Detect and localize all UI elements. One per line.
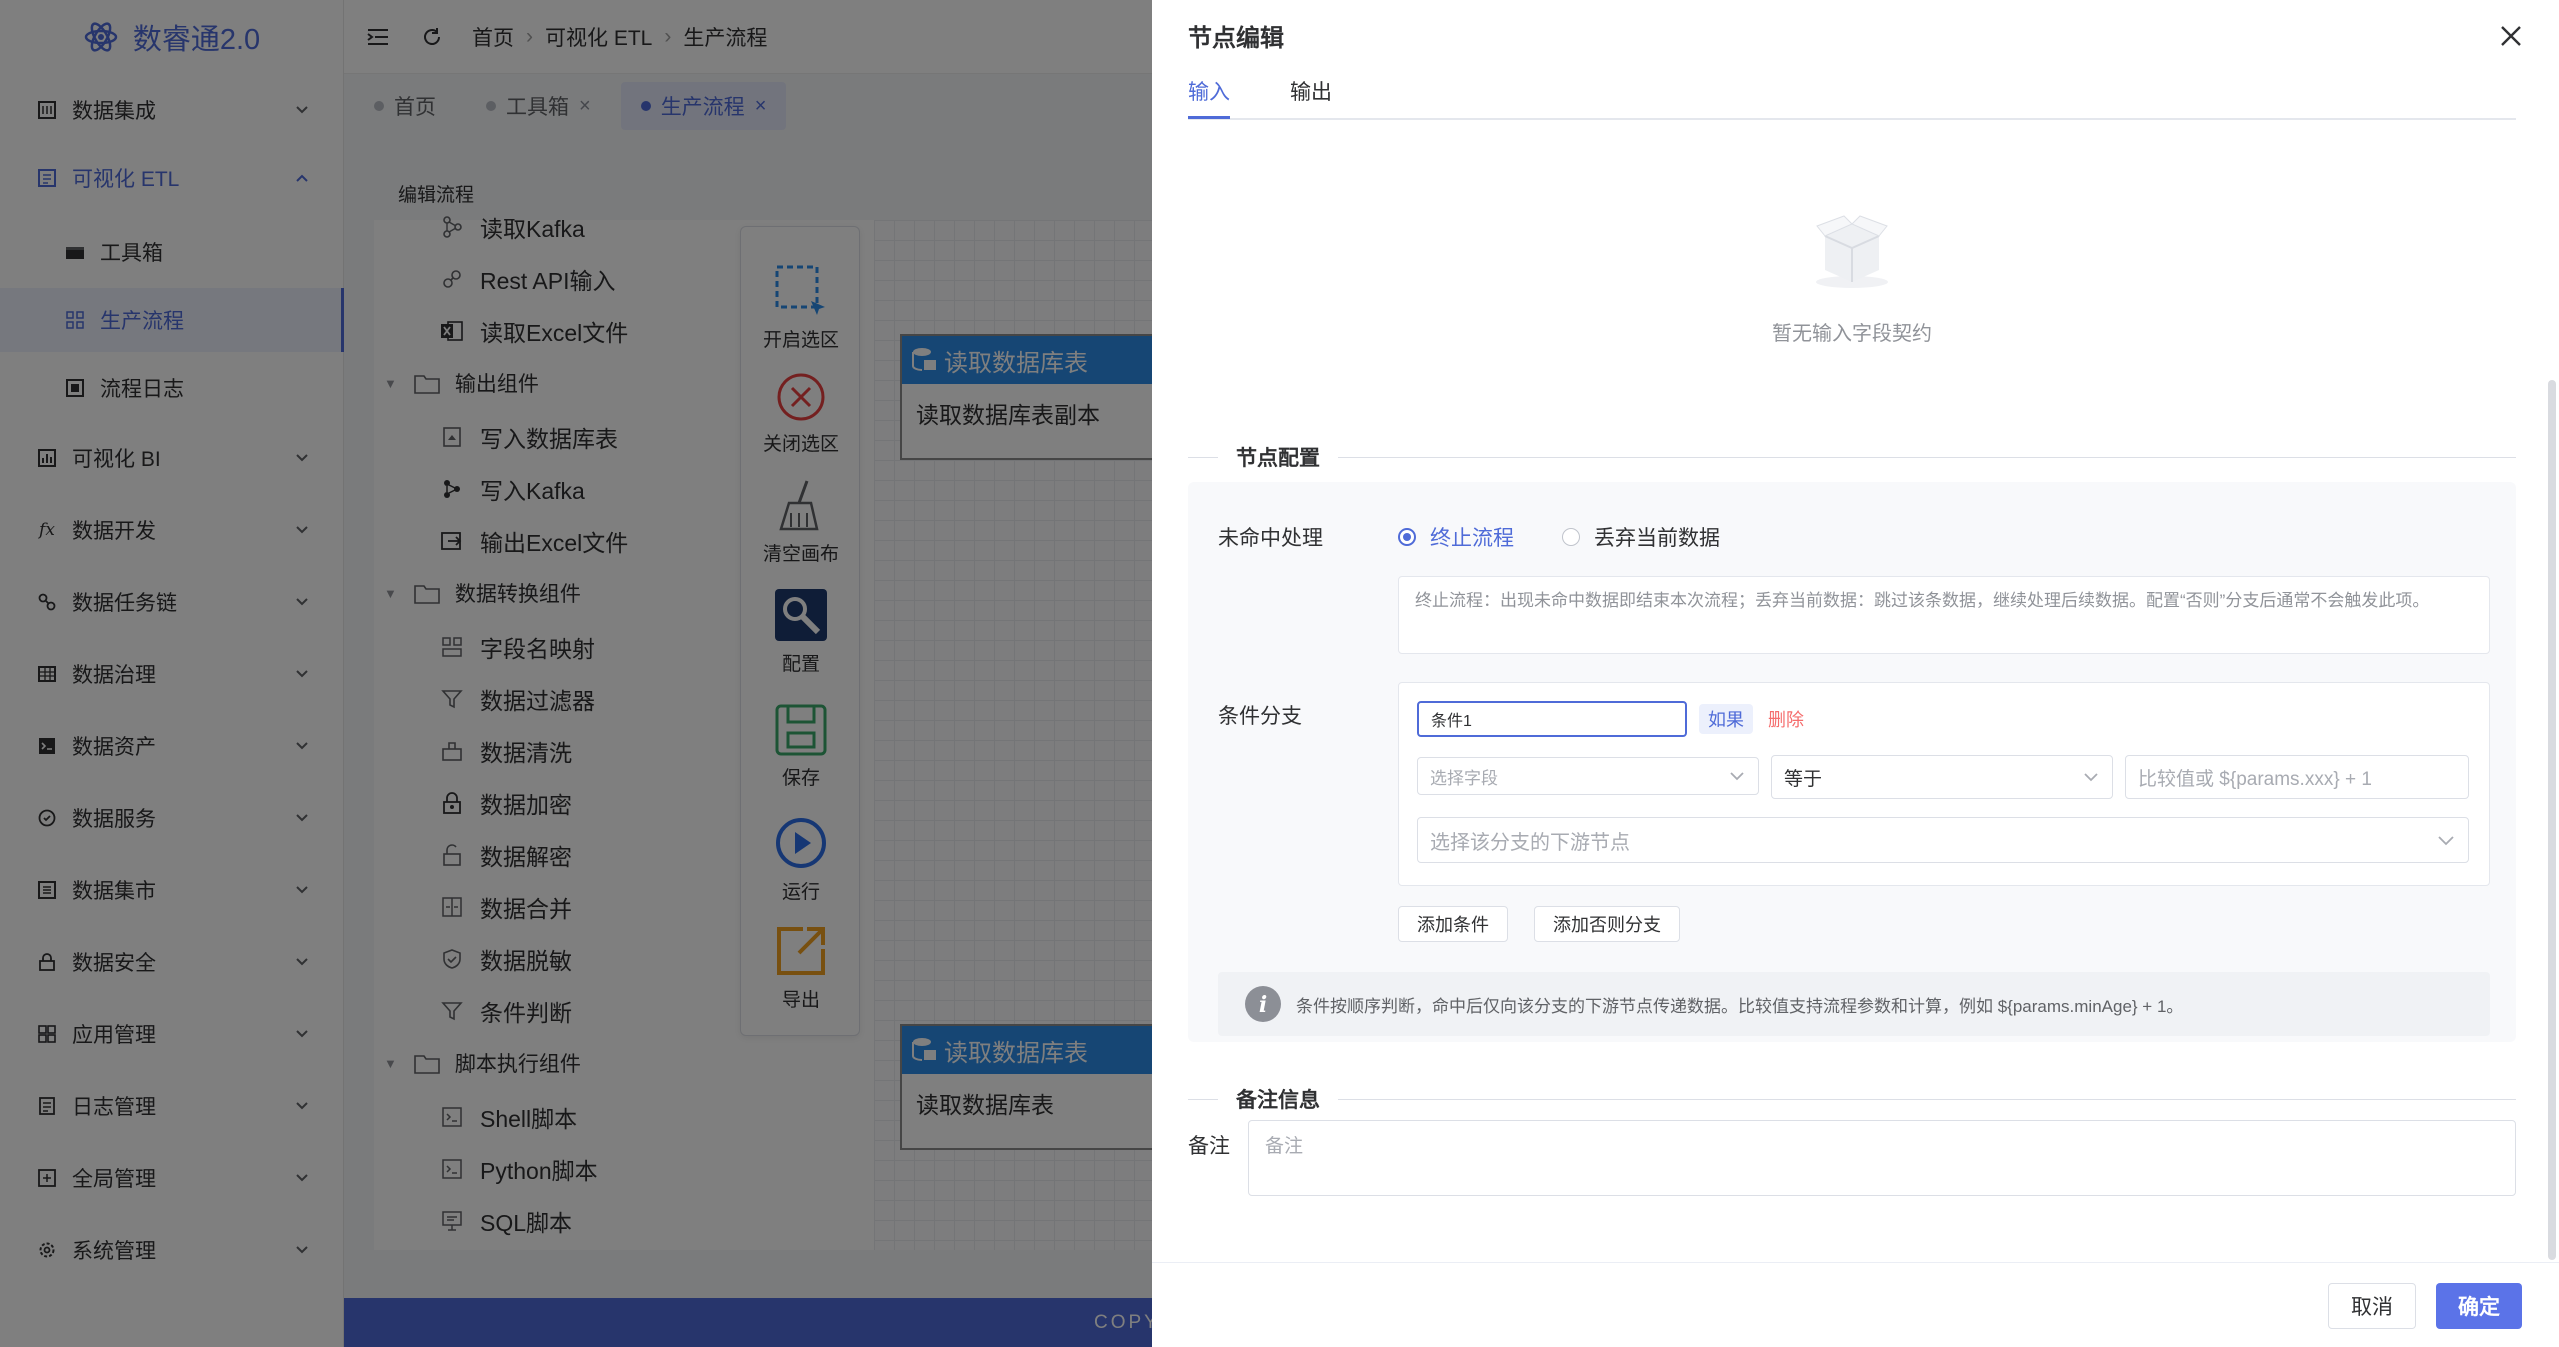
- operator-select[interactable]: 等于: [1771, 755, 2113, 799]
- radio-circle: [1562, 528, 1580, 546]
- radio-label: 丢弃当前数据: [1594, 527, 1720, 550]
- section-title: 节点配置: [1236, 447, 1320, 470]
- chevron-down-icon: [1730, 772, 1744, 781]
- condition-tip: i 条件按顺序判断，命中后仅向该分支的下游节点传递数据。比较值支持流程参数和计算…: [1218, 972, 2490, 1036]
- condition-name-input[interactable]: 条件1: [1417, 701, 1687, 737]
- chevron-down-icon: [2084, 773, 2098, 782]
- tab-input[interactable]: 输入: [1188, 76, 1230, 106]
- node-config-panel: 未命中处理 终止流程 丢弃当前数据 终止流程：出现未命中数据即结束本次流程；丢弃…: [1188, 482, 2516, 1042]
- delete-button[interactable]: 删除: [1759, 704, 1813, 734]
- remark-label: 备注: [1188, 1135, 1230, 1158]
- section-node-config: 节点配置: [1188, 442, 2516, 472]
- svg-text:i: i: [1259, 992, 1267, 1018]
- select-placeholder: 选择字段: [1430, 768, 1498, 788]
- chevron-down-icon: [2438, 836, 2454, 846]
- section-remark: 备注信息: [1188, 1084, 2516, 1114]
- tip-text: 条件按顺序判断，命中后仅向该分支的下游节点传递数据。比较值支持流程参数和计算，例…: [1296, 996, 2184, 1016]
- add-condition-button[interactable]: 添加条件: [1398, 906, 1508, 942]
- if-button[interactable]: 如果: [1699, 704, 1753, 734]
- tab-active-indicator: [1188, 116, 1230, 119]
- io-tabs: 输入 输出: [1188, 70, 2516, 120]
- radio-circle: [1398, 528, 1416, 546]
- miss-handling-label: 未命中处理: [1218, 527, 1323, 550]
- section-title: 备注信息: [1236, 1089, 1320, 1112]
- radio-stop-flow[interactable]: 终止流程: [1398, 522, 1514, 552]
- node-edit-drawer: 节点编辑 输入 输出 暂无输入字段契约 节点配置 未命中处理 终止流程 丢弃当前…: [1152, 0, 2559, 1347]
- info-icon: i: [1245, 986, 1281, 1022]
- drawer-body: 输入 输出 暂无输入字段契约 节点配置 未命中处理 终止流程 丢弃当前数据 终止…: [1188, 62, 2516, 1262]
- add-else-branch-button[interactable]: 添加否则分支: [1534, 906, 1680, 942]
- cancel-button[interactable]: 取消: [2328, 1283, 2416, 1329]
- drawer-title: 节点编辑: [1188, 25, 1284, 52]
- tab-output[interactable]: 输出: [1290, 76, 1332, 106]
- confirm-button[interactable]: 确定: [2436, 1283, 2522, 1329]
- close-icon[interactable]: [2497, 22, 2525, 50]
- drawer-scrollbar[interactable]: [2548, 380, 2556, 1260]
- compare-value-input[interactable]: 比较值或 ${params.xxx} + 1: [2125, 755, 2469, 799]
- remark-textarea[interactable]: 备注: [1248, 1120, 2516, 1196]
- miss-handling-hint: 终止流程：出现未命中数据即结束本次流程；丢弃当前数据：跳过该条数据，继续处理后续…: [1398, 576, 2490, 654]
- radio-label: 终止流程: [1430, 527, 1514, 550]
- downstream-node-select[interactable]: 选择该分支的下游节点: [1417, 817, 2469, 863]
- empty-state: 暂无输入字段契约: [1188, 202, 2516, 346]
- select-placeholder: 选择该分支的下游节点: [1430, 831, 1630, 854]
- select-value: 等于: [1784, 768, 1823, 790]
- condition-branch-card: 条件1 如果 删除 选择字段 等于 比较值或 ${params.xxx} + 1…: [1398, 682, 2490, 886]
- radio-discard-data[interactable]: 丢弃当前数据: [1562, 522, 1720, 552]
- field-select[interactable]: 选择字段: [1417, 757, 1759, 795]
- empty-text: 暂无输入字段契约: [1772, 323, 1932, 345]
- drawer-footer: 取消 确定: [1152, 1262, 2559, 1347]
- branch-label: 条件分支: [1218, 705, 1302, 728]
- empty-box-icon: [1816, 215, 1888, 288]
